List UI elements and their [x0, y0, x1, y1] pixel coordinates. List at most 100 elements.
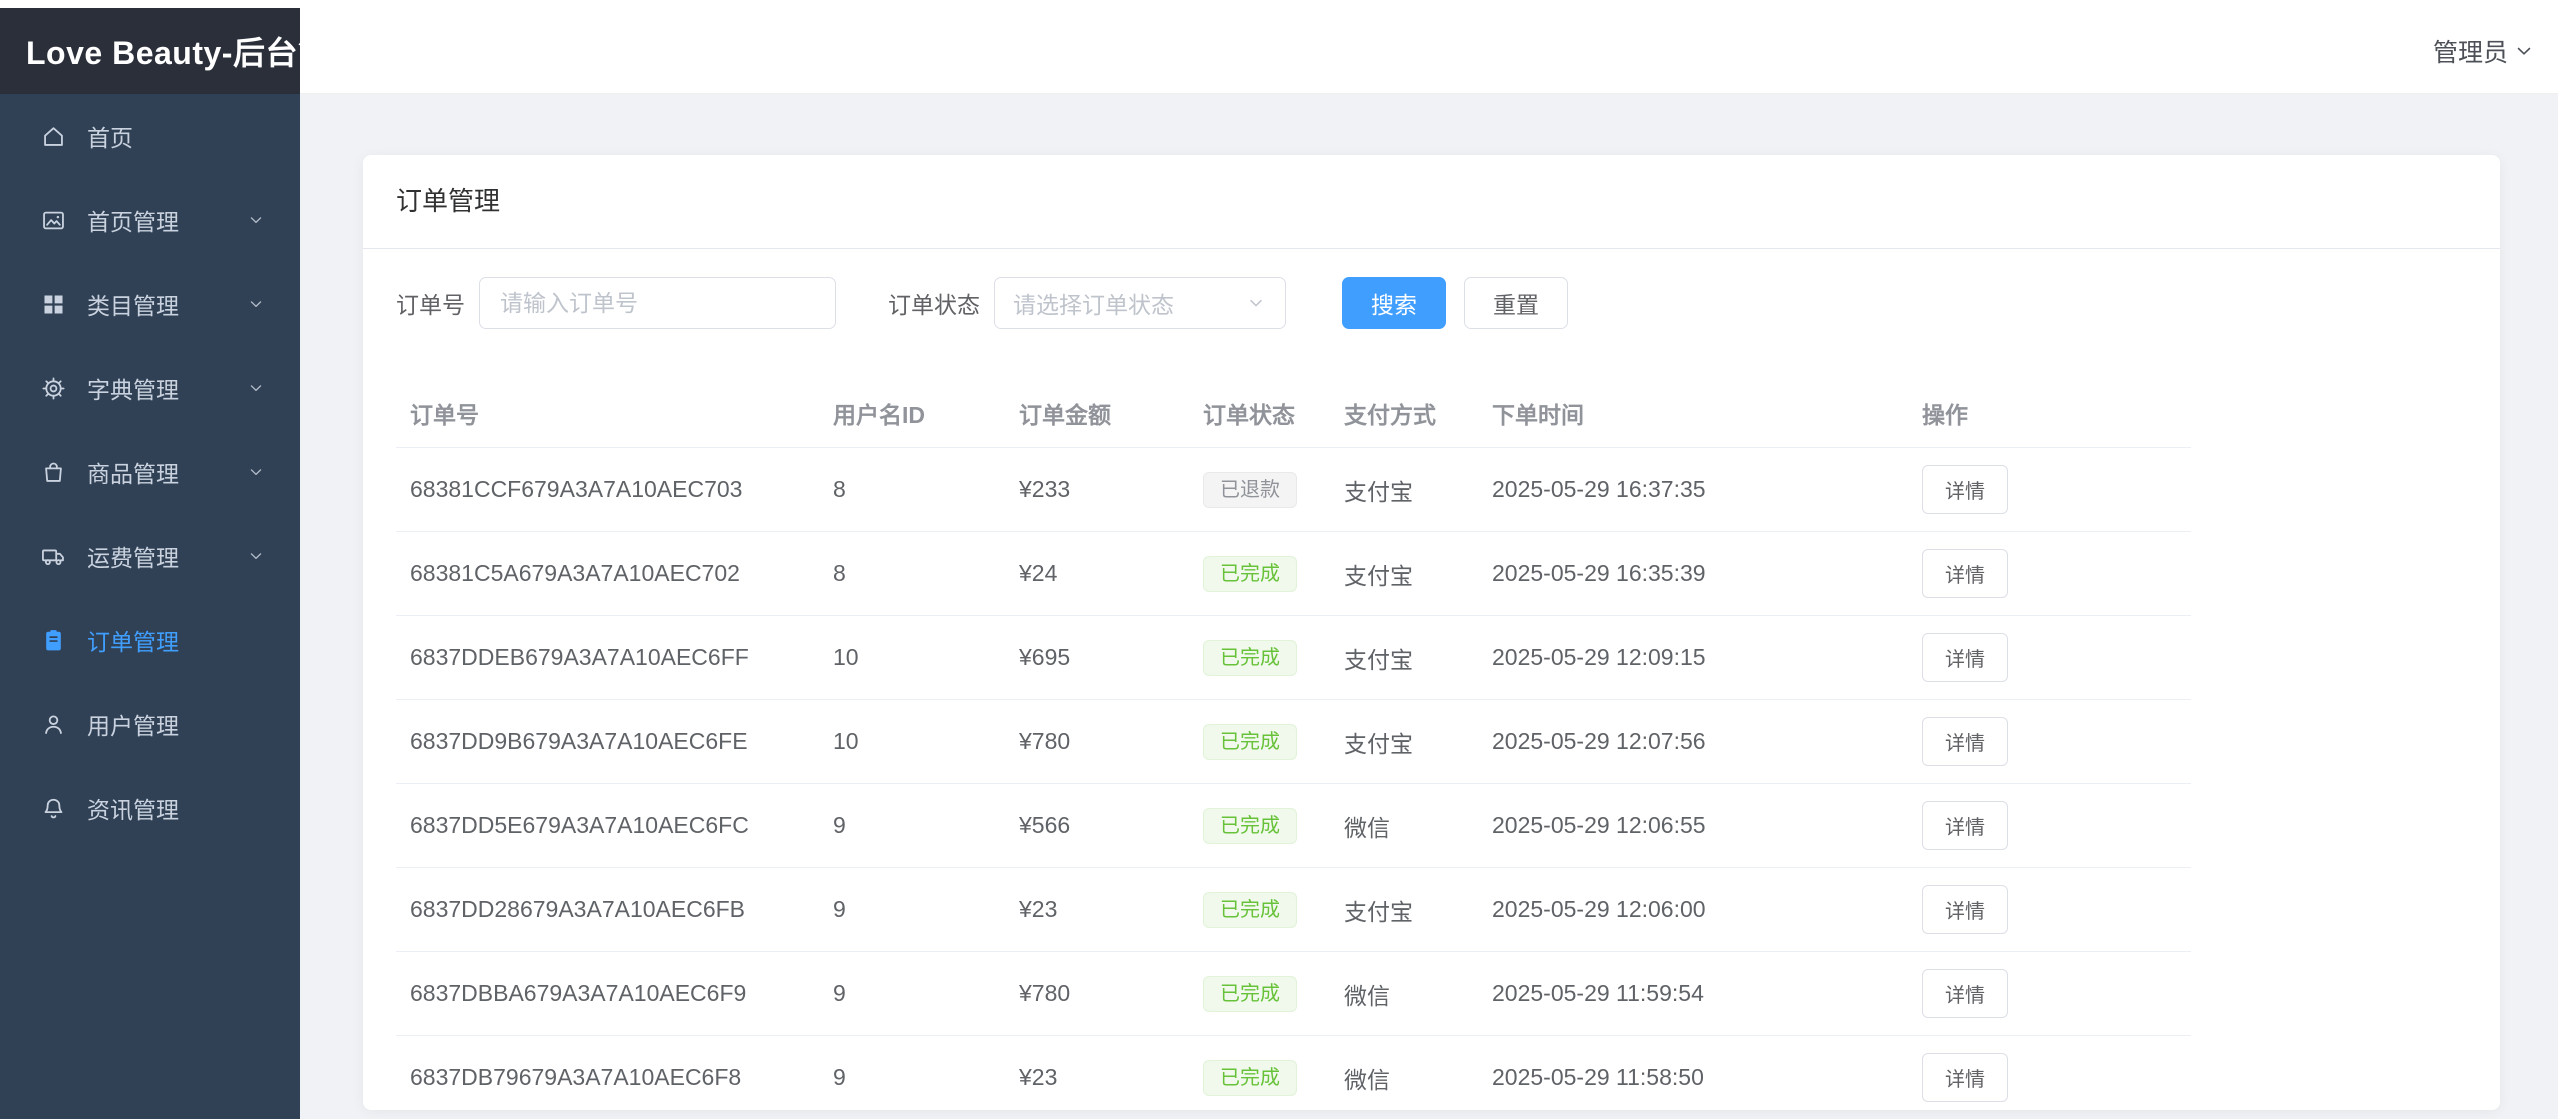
- sidebar-item-product-manage[interactable]: 商品管理: [0, 430, 300, 514]
- order-no-label: 订单号: [396, 286, 465, 320]
- sidebar-item-label: 运费管理: [87, 539, 179, 573]
- action-cell: 详情: [1908, 868, 2191, 952]
- order-no-cell: 68381CCF679A3A7A10AEC703: [396, 448, 819, 532]
- table-header-cell: 用户名ID: [819, 379, 1005, 448]
- detail-button[interactable]: 详情: [1922, 1053, 2008, 1102]
- chevron-down-icon: [246, 378, 266, 398]
- table-header-cell: 订单金额: [1005, 379, 1189, 448]
- gear-icon: [40, 375, 67, 402]
- sidebar-item-label: 类目管理: [87, 287, 179, 321]
- time-cell: 2025-05-29 12:06:00: [1478, 868, 1908, 952]
- order-status-select[interactable]: 请选择订单状态: [994, 277, 1286, 329]
- sidebar-item-homepage-manage[interactable]: 首页管理: [0, 178, 300, 262]
- status-badge: 已退款: [1203, 472, 1297, 508]
- table-row: 68381C5A679A3A7A10AEC7028¥24 已完成支付宝2025-0…: [396, 532, 2191, 616]
- time-cell: 2025-05-29 12:06:55: [1478, 784, 1908, 868]
- user-id-cell: 9: [819, 868, 1005, 952]
- detail-button[interactable]: 详情: [1922, 465, 2008, 514]
- user-id-cell: 8: [819, 448, 1005, 532]
- admin-menu[interactable]: 管理员: [2433, 33, 2536, 69]
- action-cell: 详情: [1908, 532, 2191, 616]
- user-id-cell: 10: [819, 700, 1005, 784]
- table-header-cell: 订单状态: [1189, 379, 1330, 448]
- sidebar-item-shipping-manage[interactable]: 运费管理: [0, 514, 300, 598]
- action-cell: 详情: [1908, 1036, 2191, 1111]
- status-badge: 已完成: [1203, 640, 1297, 676]
- amount-cell: ¥233: [1005, 448, 1189, 532]
- chevron-down-icon: [246, 294, 266, 314]
- payment-cell: 支付宝: [1330, 448, 1478, 532]
- action-cell: 详情: [1908, 952, 2191, 1036]
- status-badge: 已完成: [1203, 724, 1297, 760]
- user-id-cell: 9: [819, 1036, 1005, 1111]
- content-area: 订单管理 订单号 订单状态 请选择订单状态 搜索 重置: [300, 94, 2558, 1119]
- action-cell: 详情: [1908, 448, 2191, 532]
- chevron-down-icon: [246, 546, 266, 566]
- sidebar-item-label: 首页管理: [87, 203, 179, 237]
- table-header-cell: 支付方式: [1330, 379, 1478, 448]
- amount-cell: ¥780: [1005, 952, 1189, 1036]
- detail-button[interactable]: 详情: [1922, 549, 2008, 598]
- time-cell: 2025-05-29 16:35:39: [1478, 532, 1908, 616]
- detail-button[interactable]: 详情: [1922, 801, 2008, 850]
- admin-label: 管理员: [2433, 33, 2508, 69]
- search-button[interactable]: 搜索: [1342, 277, 1446, 329]
- user-id-cell: 10: [819, 616, 1005, 700]
- user-id-cell: 8: [819, 532, 1005, 616]
- payment-cell: 微信: [1330, 952, 1478, 1036]
- status-cell: 已完成: [1189, 700, 1330, 784]
- sidebar-item-category-manage[interactable]: 类目管理: [0, 262, 300, 346]
- payment-cell: 微信: [1330, 784, 1478, 868]
- user-icon: [40, 711, 67, 738]
- reset-button[interactable]: 重置: [1464, 277, 1568, 329]
- chevron-down-icon: [2512, 39, 2536, 63]
- sidebar-item-order-manage[interactable]: 订单管理: [0, 598, 300, 682]
- sidebar-menu: 首页首页管理类目管理字典管理商品管理运费管理订单管理用户管理资讯管理: [0, 94, 300, 1119]
- order-no-input[interactable]: [479, 277, 836, 329]
- status-badge: 已完成: [1203, 808, 1297, 844]
- truck-icon: [40, 543, 67, 570]
- table-row: 6837DD28679A3A7A10AEC6FB9¥23已完成支付宝2025-0…: [396, 868, 2191, 952]
- status-cell: 已完成: [1189, 616, 1330, 700]
- payment-cell: 支付宝: [1330, 700, 1478, 784]
- order-status-label: 订单状态: [888, 286, 980, 320]
- table-row: 6837DBBA679A3A7A10AEC6F99¥780已完成微信2025-0…: [396, 952, 2191, 1036]
- sidebar-item-label: 用户管理: [87, 707, 179, 741]
- table-row: 6837DB79679A3A7A10AEC6F89¥23已完成微信2025-05…: [396, 1036, 2191, 1111]
- time-cell: 2025-05-29 11:58:50: [1478, 1036, 1908, 1111]
- amount-cell: ¥695: [1005, 616, 1189, 700]
- panel-body: 订单号 订单状态 请选择订单状态 搜索 重置: [363, 249, 2500, 1110]
- order-management-panel: 订单管理 订单号 订单状态 请选择订单状态 搜索 重置: [363, 155, 2500, 1110]
- window-top-strip: [0, 0, 2558, 8]
- detail-button[interactable]: 详情: [1922, 633, 2008, 682]
- payment-cell: 支付宝: [1330, 532, 1478, 616]
- amount-cell: ¥23: [1005, 868, 1189, 952]
- order-no-cell: 68381C5A679A3A7A10AEC702: [396, 532, 819, 616]
- order-no-cell: 6837DD5E679A3A7A10AEC6FC: [396, 784, 819, 868]
- detail-button[interactable]: 详情: [1922, 969, 2008, 1018]
- sidebar-item-home[interactable]: 首页: [0, 94, 300, 178]
- topbar: 管理员: [300, 8, 2558, 94]
- detail-button[interactable]: 详情: [1922, 885, 2008, 934]
- status-cell: 已完成: [1189, 1036, 1330, 1111]
- filter-row: 订单号 订单状态 请选择订单状态 搜索 重置: [396, 277, 2467, 329]
- amount-cell: ¥24: [1005, 532, 1189, 616]
- table-row: 68381CCF679A3A7A10AEC7038¥233已退款支付宝2025-…: [396, 448, 2191, 532]
- status-badge: 已完成: [1203, 1060, 1297, 1096]
- home-icon: [40, 123, 67, 150]
- payment-cell: 支付宝: [1330, 868, 1478, 952]
- sidebar-item-label: 资讯管理: [87, 791, 179, 825]
- amount-cell: ¥23: [1005, 1036, 1189, 1111]
- sidebar-item-dict-manage[interactable]: 字典管理: [0, 346, 300, 430]
- shopping-bag-icon: [40, 459, 67, 486]
- status-badge: 已完成: [1203, 556, 1297, 592]
- amount-cell: ¥566: [1005, 784, 1189, 868]
- sidebar-item-label: 商品管理: [87, 455, 179, 489]
- amount-cell: ¥780: [1005, 700, 1189, 784]
- sidebar-item-user-manage[interactable]: 用户管理: [0, 682, 300, 766]
- order-no-cell: 6837DDEB679A3A7A10AEC6FF: [396, 616, 819, 700]
- sidebar-item-news-manage[interactable]: 资讯管理: [0, 766, 300, 850]
- orders-table: 订单号用户名ID订单金额订单状态支付方式下单时间操作 68381CCF679A3…: [396, 379, 2191, 1110]
- time-cell: 2025-05-29 12:09:15: [1478, 616, 1908, 700]
- detail-button[interactable]: 详情: [1922, 717, 2008, 766]
